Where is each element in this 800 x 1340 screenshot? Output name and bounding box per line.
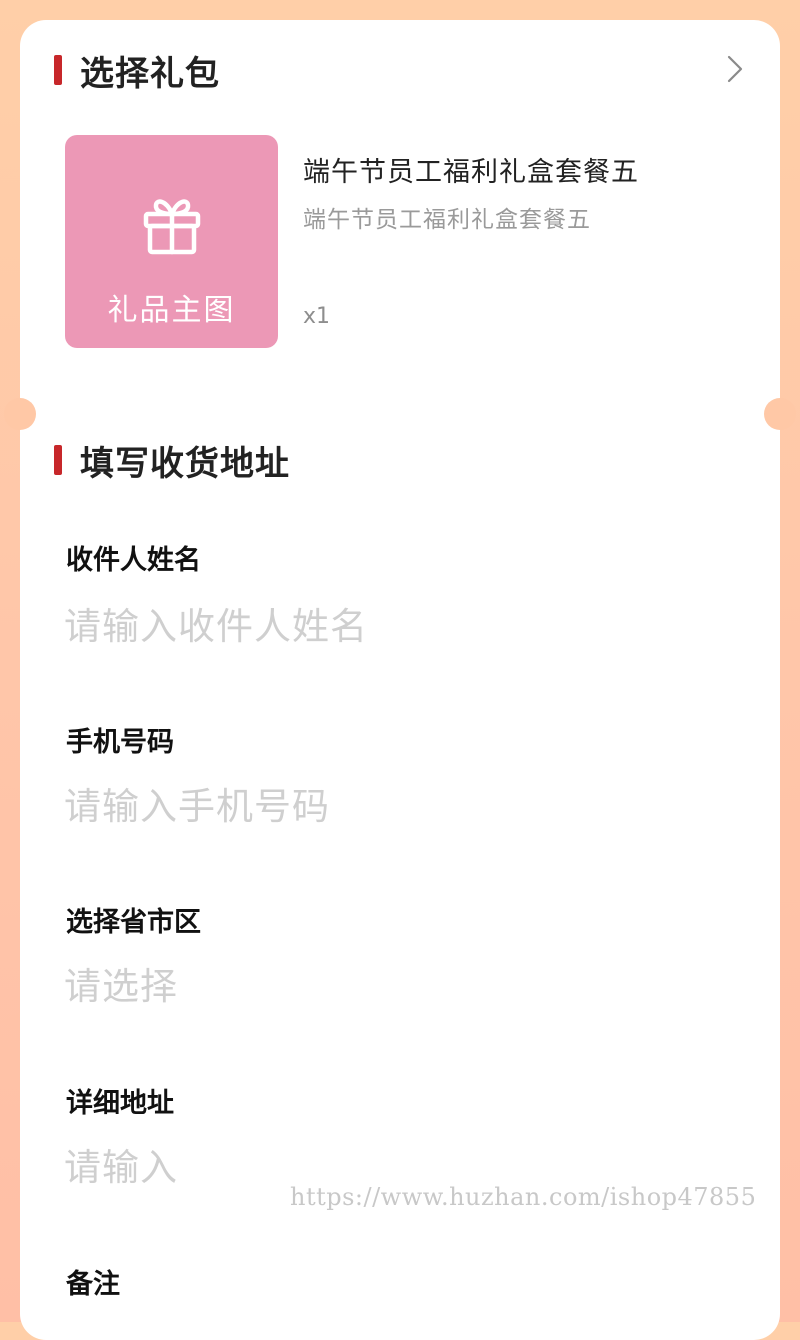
gift-subtitle: 端午节员工福利礼盒套餐五 — [303, 207, 591, 233]
card-notch-left — [4, 398, 36, 430]
address-section-title: 填写收货地址 — [80, 443, 290, 484]
section-accent-bar — [54, 55, 62, 85]
phone-input[interactable] — [64, 778, 724, 834]
gift-icon — [139, 190, 205, 256]
remark-label: 备注 — [66, 1269, 120, 1300]
address-section-header: 填写收货地址 — [54, 440, 290, 484]
gift-image-label: 礼品主图 — [107, 293, 236, 328]
recipient-name-label: 收件人姓名 — [66, 545, 201, 576]
phone-label: 手机号码 — [66, 727, 174, 758]
region-label: 选择省市区 — [66, 907, 201, 938]
gift-section-header: 选择礼包 — [54, 50, 220, 94]
card-notch-right — [764, 398, 796, 430]
watermark-text: https://www.huzhan.com/ishop47855 — [290, 1183, 757, 1211]
order-card: 选择礼包 礼品主图 端午节员工福利礼盒套餐五 端午节员工福利礼盒套餐五 x1 填… — [4, 20, 796, 1340]
gift-quantity: x1 — [303, 304, 331, 329]
region-select[interactable] — [64, 958, 724, 1014]
address-detail-label: 详细地址 — [66, 1088, 174, 1119]
section-accent-bar — [54, 445, 62, 475]
gift-main-image[interactable]: 礼品主图 — [65, 135, 278, 348]
chevron-right-icon[interactable] — [720, 54, 750, 84]
recipient-name-input[interactable] — [64, 598, 724, 654]
gift-name: 端午节员工福利礼盒套餐五 — [303, 157, 639, 188]
gift-section-title: 选择礼包 — [80, 53, 220, 94]
